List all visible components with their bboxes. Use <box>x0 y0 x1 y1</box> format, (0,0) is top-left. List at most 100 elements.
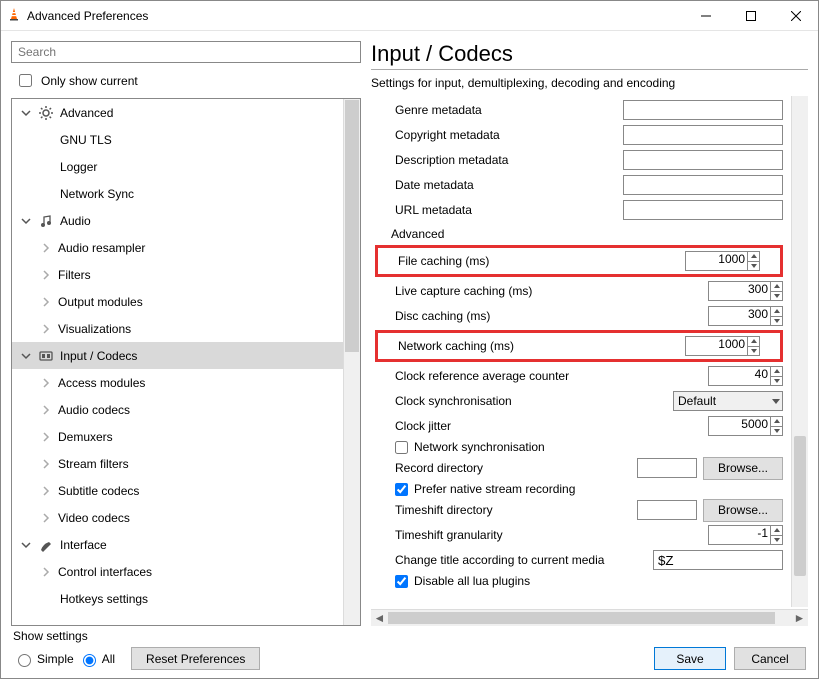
spinner-icon[interactable] <box>770 526 782 544</box>
spinner-icon[interactable] <box>747 337 759 355</box>
window-controls <box>683 1 818 30</box>
clock-sync-select[interactable]: Default <box>673 391 783 411</box>
right-pane: Input / Codecs Settings for input, demul… <box>371 41 808 626</box>
tree-item-audio[interactable]: Audio <box>12 207 343 234</box>
tree-item-network-sync[interactable]: Network Sync <box>12 180 343 207</box>
record-dir-browse-button[interactable]: Browse... <box>703 457 783 480</box>
reset-preferences-button[interactable]: Reset Preferences <box>131 647 260 670</box>
tree-scrollbar[interactable] <box>343 99 360 625</box>
field-label: Record directory <box>395 461 637 475</box>
url-input[interactable] <box>623 200 783 220</box>
spinner-icon[interactable] <box>770 417 782 435</box>
close-button[interactable] <box>773 1 818 30</box>
clock-jitter-input[interactable]: 5000 <box>708 416 783 436</box>
minimize-button[interactable] <box>683 1 728 30</box>
scroll-right-icon[interactable]: ► <box>791 611 808 625</box>
genre-input[interactable] <box>623 100 783 120</box>
chevron-right-icon <box>40 269 52 281</box>
tree-list: Advanced GNU TLS Logger Network Sync Aud… <box>12 99 343 625</box>
file-caching-input[interactable]: 1000 <box>685 251 760 271</box>
field-timeshift-directory: Timeshift directory Browse... <box>395 499 783 521</box>
tree-label: Audio <box>60 214 91 228</box>
tree-item-subtitle-codecs[interactable]: Subtitle codecs <box>12 477 343 504</box>
date-input[interactable] <box>623 175 783 195</box>
maximize-button[interactable] <box>728 1 773 30</box>
tree-item-advanced[interactable]: Advanced <box>12 99 343 126</box>
footer-buttons: Save Cancel <box>654 647 806 670</box>
radio-simple-input[interactable] <box>18 654 31 667</box>
clock-ref-avg-input[interactable]: 40 <box>708 366 783 386</box>
field-prefer-native-recording[interactable]: Prefer native stream recording <box>395 482 783 496</box>
tree-item-input-codecs[interactable]: Input / Codecs <box>12 342 343 369</box>
timeshift-granularity-input[interactable]: -1 <box>708 525 783 545</box>
spinner-icon[interactable] <box>747 252 759 270</box>
tree-item-video-codecs[interactable]: Video codecs <box>12 504 343 531</box>
live-capture-caching-input[interactable]: 300 <box>708 281 783 301</box>
spinner-icon[interactable] <box>770 282 782 300</box>
tree-item-audio-resampler[interactable]: Audio resampler <box>12 234 343 261</box>
change-title-input[interactable] <box>653 550 783 570</box>
tree-item-demuxers[interactable]: Demuxers <box>12 423 343 450</box>
tree-item-visualizations[interactable]: Visualizations <box>12 315 343 342</box>
only-show-current[interactable]: Only show current <box>15 71 357 90</box>
tree-item-gnu-tls[interactable]: GNU TLS <box>12 126 343 153</box>
description-input[interactable] <box>623 150 783 170</box>
radio-simple[interactable]: Simple <box>13 651 74 667</box>
tree-item-hotkeys-settings[interactable]: Hotkeys settings <box>12 585 343 612</box>
settings-hscrollbar[interactable]: ◄ ► <box>371 609 808 626</box>
chevron-down-icon <box>20 539 32 551</box>
only-show-current-checkbox[interactable] <box>19 74 32 87</box>
tree-item-output-modules[interactable]: Output modules <box>12 288 343 315</box>
field-label: Change title according to current media <box>395 553 653 567</box>
hscroll-track[interactable] <box>388 610 791 626</box>
field-copyright-metadata: Copyright metadata <box>395 124 783 146</box>
field-network-synchronisation[interactable]: Network synchronisation <box>395 440 783 454</box>
field-label: URL metadata <box>395 203 623 217</box>
search-input[interactable] <box>11 41 361 63</box>
field-label: Genre metadata <box>395 103 623 117</box>
chevron-right-icon <box>40 323 52 335</box>
radio-all[interactable]: All <box>78 651 115 667</box>
disable-lua-checkbox[interactable] <box>395 575 408 588</box>
highlight-file-caching: File caching (ms) 1000 <box>375 245 783 277</box>
divider <box>371 69 808 70</box>
field-description-metadata: Description metadata <box>395 149 783 171</box>
scrollbar-thumb[interactable] <box>388 612 775 624</box>
network-caching-input[interactable]: 1000 <box>685 336 760 356</box>
field-label: Clock synchronisation <box>395 394 673 408</box>
preferences-window: Advanced Preferences Only show current A… <box>0 0 819 679</box>
timeshift-dir-input[interactable] <box>637 500 697 520</box>
record-dir-input[interactable] <box>637 458 697 478</box>
radio-all-input[interactable] <box>83 654 96 667</box>
tree-item-control-interfaces[interactable]: Control interfaces <box>12 558 343 585</box>
save-button[interactable]: Save <box>654 647 726 670</box>
codec-icon <box>38 348 54 364</box>
show-settings: Show settings Simple All Reset Preferenc… <box>13 629 260 670</box>
section-advanced: Advanced <box>391 227 783 241</box>
settings-scrollbar[interactable] <box>791 96 808 607</box>
scrollbar-thumb[interactable] <box>345 100 359 352</box>
timeshift-dir-browse-button[interactable]: Browse... <box>703 499 783 522</box>
copyright-input[interactable] <box>623 125 783 145</box>
scroll-left-icon[interactable]: ◄ <box>371 611 388 625</box>
spinner-icon[interactable] <box>770 367 782 385</box>
spinner-icon[interactable] <box>770 307 782 325</box>
tree-item-interface[interactable]: Interface <box>12 531 343 558</box>
tree-item-stream-filters[interactable]: Stream filters <box>12 450 343 477</box>
tree-item-logger[interactable]: Logger <box>12 153 343 180</box>
field-clock-sync: Clock synchronisation Default <box>395 390 783 412</box>
field-record-directory: Record directory Browse... <box>395 457 783 479</box>
cancel-button[interactable]: Cancel <box>734 647 806 670</box>
field-label: Network caching (ms) <box>398 339 685 353</box>
tree-item-access-modules[interactable]: Access modules <box>12 369 343 396</box>
network-sync-checkbox[interactable] <box>395 441 408 454</box>
gear-icon <box>38 105 54 121</box>
prefer-native-checkbox[interactable] <box>395 483 408 496</box>
tree-item-filters[interactable]: Filters <box>12 261 343 288</box>
disc-caching-input[interactable]: 300 <box>708 306 783 326</box>
tree-item-audio-codecs[interactable]: Audio codecs <box>12 396 343 423</box>
field-disable-lua[interactable]: Disable all lua plugins <box>395 574 783 588</box>
scrollbar-thumb[interactable] <box>794 436 806 576</box>
field-live-capture-caching: Live capture caching (ms) 300 <box>395 280 783 302</box>
chevron-right-icon <box>40 566 52 578</box>
